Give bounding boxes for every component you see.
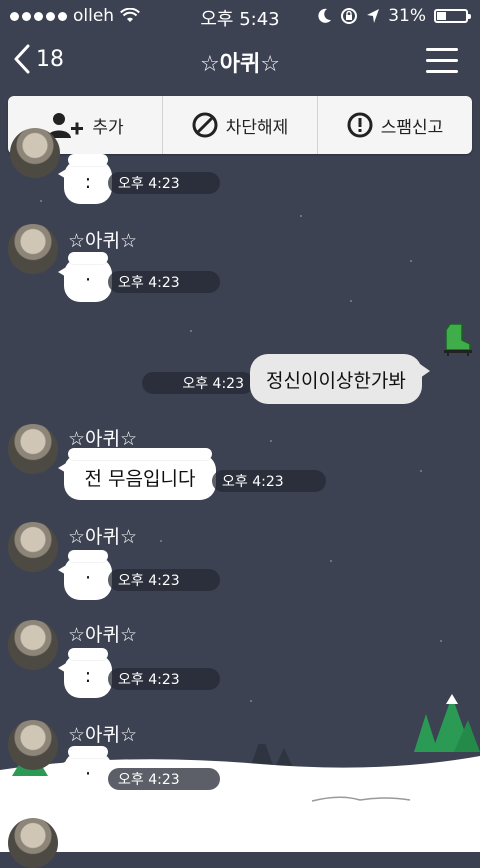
location-icon [367,9,380,23]
message-text: · [84,567,92,589]
battery-icon [434,9,471,23]
message-bubble[interactable]: : [58,648,112,698]
avatar[interactable] [8,224,58,274]
status-bar: olleh 오후 5:43 31% [0,0,480,32]
message-text: 전 무음입니다 [84,467,196,490]
message-time: 오후 4:23 [108,569,220,591]
friend-action-bar: 추가 차단해제 스팸신고 [8,96,472,154]
sender-name: ☆아퀴☆ [68,526,138,548]
message-text: : [84,665,92,687]
message-time: 오후 4:23 [108,271,220,293]
message-bubble[interactable]: 전 무음입니다 [58,448,216,500]
avatar[interactable] [8,424,58,474]
sender-name: ☆아퀴☆ [68,230,138,252]
message-bubble[interactable]: : [58,154,112,204]
avatar[interactable] [8,522,58,572]
message-text: 정신이이상한가봐 [266,369,406,392]
add-friend-label: 추가 [92,117,124,138]
sender-name: ☆아퀴☆ [68,624,138,646]
message-text: · [84,763,92,785]
sender-name: ☆아퀴☆ [68,428,138,450]
rotation-lock-icon [341,8,358,24]
sender-name: ☆아퀴☆ [68,724,138,746]
message-bubble[interactable]: · [58,252,112,302]
message-time: 오후 4:23 [108,768,220,790]
message-text: · [84,269,92,291]
unblock-icon [192,112,218,138]
message-bubble[interactable]: · [58,746,112,796]
pine-trees-icon [414,694,480,752]
my-message-bubble[interactable]: 정신이이상한가봐 [250,354,430,404]
spam-report-label: 스팸신고 [380,117,444,138]
moon-icon [318,8,332,23]
message-text: : [84,171,92,193]
spam-report-icon [347,112,373,138]
message-time: 오후 4:23 [108,668,220,690]
sticker-boot-icon [444,323,472,356]
battery-percent: 31% [388,6,426,26]
avatar[interactable] [10,128,60,178]
message-time: 오후 4:23 [212,470,326,492]
unblock-label: 차단해제 [225,117,289,138]
avatar[interactable] [8,620,58,670]
chat-header: 18 ☆아퀴☆ [0,32,480,92]
avatar[interactable] [8,720,58,770]
message-time: 오후 4:23 [108,172,220,194]
menu-button[interactable] [426,48,458,74]
unblock-button[interactable]: 차단해제 [162,96,317,154]
message-bubble[interactable]: · [58,550,112,600]
avatar[interactable] [8,818,58,868]
message-time: 오후 4:23 [142,372,254,394]
chat-title: ☆아퀴☆ [200,52,280,77]
spam-report-button[interactable]: 스팸신고 [317,96,472,154]
